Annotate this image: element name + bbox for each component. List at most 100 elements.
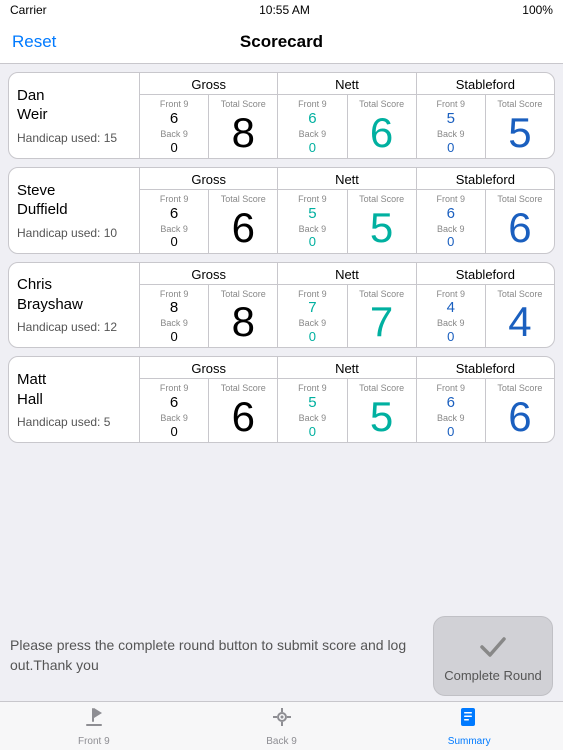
stableford-back9-value-3: 0 <box>447 424 454 439</box>
tab-icon-2 <box>458 706 480 734</box>
stableford-front9-value-1: 6 <box>447 206 455 221</box>
nett-header-3: Nett <box>278 357 415 379</box>
scores-section-0: Gross Front 9 6 Back 9 0 Total Score 8 <box>139 73 554 158</box>
stableford-total-0: 5 <box>508 112 531 154</box>
battery-label: 100% <box>522 3 553 17</box>
player-handicap-1: Handicap used: 10 <box>17 226 131 240</box>
player-info-3: MattHall Handicap used: 5 <box>9 357 139 442</box>
stableford-header-2: Stableford <box>417 263 554 285</box>
tab-back-9[interactable]: Back 9 <box>188 702 376 750</box>
stableford-front9-value-3: 6 <box>447 395 455 410</box>
gross-front9-value-2: 8 <box>170 300 178 315</box>
nett-group-0: Nett Front 9 6 Back 9 0 Total Score 6 <box>277 73 415 158</box>
gross-header-0: Gross <box>140 73 277 95</box>
tab-bar: Front 9 Back 9 Summary <box>0 701 563 750</box>
stableford-front9-value-2: 4 <box>447 300 455 315</box>
nett-total-2: 7 <box>370 301 393 343</box>
gross-group-1: Gross Front 9 6 Back 9 0 Total Score 6 <box>139 168 277 253</box>
nett-back9-value-3: 0 <box>309 424 316 439</box>
complete-round-button[interactable]: Complete Round <box>433 616 553 696</box>
nett-group-1: Nett Front 9 5 Back 9 0 Total Score 5 <box>277 168 415 253</box>
carrier-label: Carrier <box>10 3 47 17</box>
tab-summary[interactable]: Summary <box>375 702 563 750</box>
stableford-group-3: Stableford Front 9 6 Back 9 0 Total Scor… <box>416 357 554 442</box>
tab-front-9[interactable]: Front 9 <box>0 702 188 750</box>
gross-front9-label-3: Front 9 <box>160 383 189 394</box>
gross-back9-value-1: 0 <box>170 234 177 249</box>
gross-total-0: 8 <box>232 112 255 154</box>
stableford-total-3: 6 <box>508 396 531 438</box>
nett-total-1: 5 <box>370 207 393 249</box>
scores-section-2: Gross Front 9 8 Back 9 0 Total Score 8 <box>139 263 554 348</box>
stableford-back9-value-0: 0 <box>447 140 454 155</box>
nav-bar: Reset Scorecard <box>0 20 563 64</box>
player-handicap-0: Handicap used: 15 <box>17 131 131 145</box>
stableford-back9-value-1: 0 <box>447 234 454 249</box>
tab-label-1: Back 9 <box>266 736 297 747</box>
nett-header-1: Nett <box>278 168 415 190</box>
gross-front9-label-1: Front 9 <box>160 194 189 205</box>
nett-front9-value-2: 7 <box>308 300 316 315</box>
stableford-back9-value-2: 0 <box>447 329 454 344</box>
nett-header-2: Nett <box>278 263 415 285</box>
gross-front9-value-1: 6 <box>170 206 178 221</box>
complete-round-label: Complete Round <box>444 668 542 683</box>
player-info-1: SteveDuffield Handicap used: 10 <box>9 168 139 253</box>
player-card-1: SteveDuffield Handicap used: 10 Gross Fr… <box>8 167 555 254</box>
gross-front9-label-0: Front 9 <box>160 99 189 110</box>
player-handicap-2: Handicap used: 12 <box>17 320 131 334</box>
nett-group-3: Nett Front 9 5 Back 9 0 Total Score 5 <box>277 357 415 442</box>
gross-back9-value-2: 0 <box>170 329 177 344</box>
gross-header-2: Gross <box>140 263 277 285</box>
nett-front9-value-1: 5 <box>308 206 316 221</box>
stableford-header-3: Stableford <box>417 357 554 379</box>
nett-front9-value-0: 6 <box>308 111 316 126</box>
gross-total-1: 6 <box>232 207 255 249</box>
gross-front9-label-2: Front 9 <box>160 289 189 300</box>
nett-back9-value-2: 0 <box>309 329 316 344</box>
scores-section-3: Gross Front 9 6 Back 9 0 Total Score 6 <box>139 357 554 442</box>
gross-front9-value-0: 6 <box>170 111 178 126</box>
tab-label-0: Front 9 <box>78 736 110 747</box>
nett-front9-value-3: 5 <box>308 395 316 410</box>
nett-header-0: Nett <box>278 73 415 95</box>
gross-group-2: Gross Front 9 8 Back 9 0 Total Score 8 <box>139 263 277 348</box>
stableford-group-2: Stableford Front 9 4 Back 9 0 Total Scor… <box>416 263 554 348</box>
stableford-total-1: 6 <box>508 207 531 249</box>
gross-total-3: 6 <box>232 396 255 438</box>
player-info-0: DanWeir Handicap used: 15 <box>9 73 139 158</box>
stableford-group-0: Stableford Front 9 5 Back 9 0 Total Scor… <box>416 73 554 158</box>
player-name-0: DanWeir <box>17 86 131 125</box>
stableford-header-1: Stableford <box>417 168 554 190</box>
tab-icon-0 <box>83 706 105 734</box>
reset-button[interactable]: Reset <box>12 32 56 52</box>
status-bar: Carrier 10:55 AM 100% <box>0 0 563 20</box>
tab-label-2: Summary <box>448 736 491 747</box>
gross-back9-value-3: 0 <box>170 424 177 439</box>
player-info-2: ChrisBrayshaw Handicap used: 12 <box>9 263 139 348</box>
player-handicap-3: Handicap used: 5 <box>17 415 131 429</box>
gross-group-3: Gross Front 9 6 Back 9 0 Total Score 6 <box>139 357 277 442</box>
nett-total-3: 5 <box>370 396 393 438</box>
gross-group-0: Gross Front 9 6 Back 9 0 Total Score 8 <box>139 73 277 158</box>
player-card-2: ChrisBrayshaw Handicap used: 12 Gross Fr… <box>8 262 555 349</box>
player-card-0: DanWeir Handicap used: 15 Gross Front 9 … <box>8 72 555 159</box>
stableford-total-2: 4 <box>508 301 531 343</box>
gross-front9-value-3: 6 <box>170 395 178 410</box>
nett-back9-value-0: 0 <box>309 140 316 155</box>
player-name-2: ChrisBrayshaw <box>17 275 131 314</box>
page-title: Scorecard <box>240 32 323 52</box>
gross-header-3: Gross <box>140 357 277 379</box>
stableford-header-0: Stableford <box>417 73 554 95</box>
nett-total-0: 6 <box>370 112 393 154</box>
gross-header-1: Gross <box>140 168 277 190</box>
tab-icon-1 <box>271 706 293 734</box>
player-name-3: MattHall <box>17 370 131 409</box>
main-content: DanWeir Handicap used: 15 Gross Front 9 … <box>0 64 563 611</box>
stableford-front9-value-0: 5 <box>447 111 455 126</box>
checkmark-icon <box>477 630 509 662</box>
nett-group-2: Nett Front 9 7 Back 9 0 Total Score 7 <box>277 263 415 348</box>
bottom-section: Please press the complete round button t… <box>0 611 563 701</box>
nett-back9-value-1: 0 <box>309 234 316 249</box>
time-label: 10:55 AM <box>259 3 310 17</box>
